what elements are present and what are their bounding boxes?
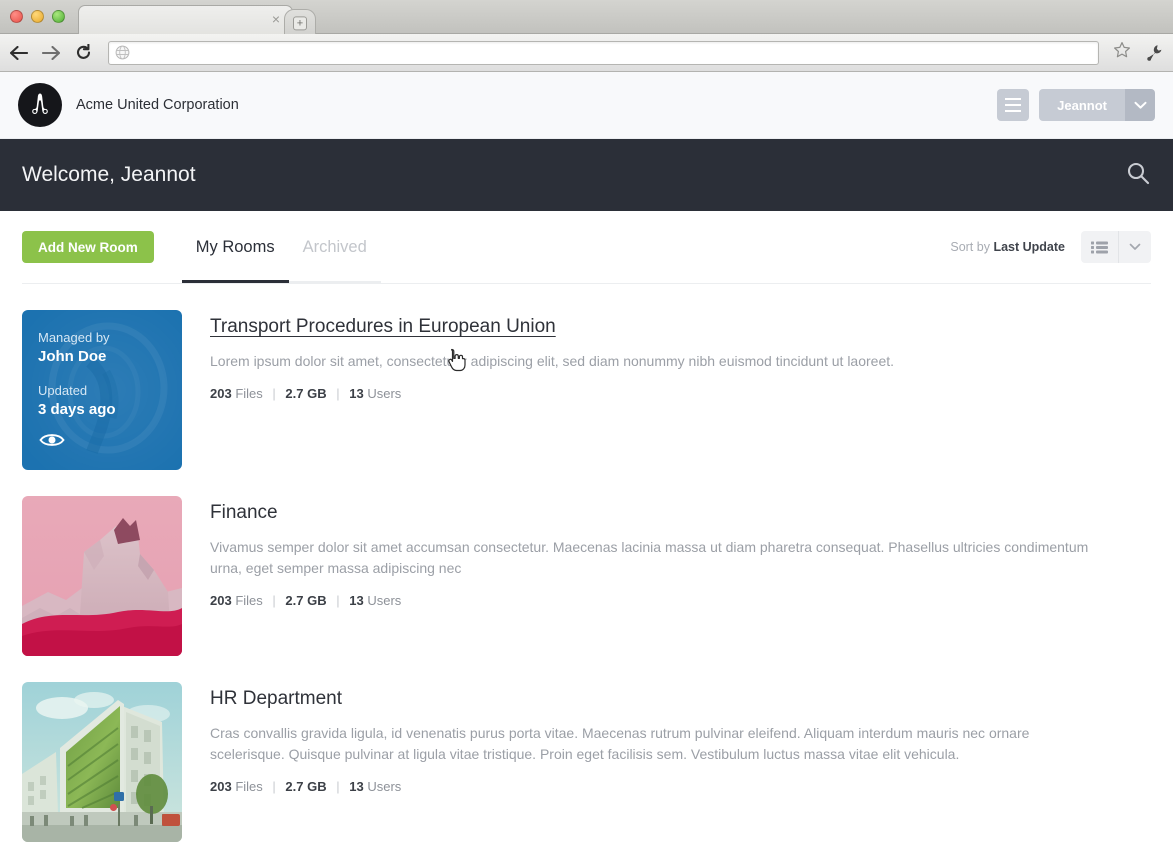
updated-label: Updated <box>38 383 88 398</box>
room-description: Lorem ipsum dolor sit amet, consectetuer… <box>210 353 895 369</box>
room-list-item[interactable] <box>22 842 1151 862</box>
room-meta: 203 Files | 2.7 GB | 13 Users <box>210 386 1151 401</box>
browser-navbar <box>0 34 1173 72</box>
minimize-window-button[interactable] <box>31 10 44 23</box>
room-users-count: 13 <box>349 593 364 608</box>
room-list-item[interactable]: Finance Vivamus semper dolor sit amet ac… <box>22 470 1151 656</box>
room-details: Transport Procedures in European Union L… <box>182 310 1151 470</box>
globe-icon <box>115 45 130 60</box>
room-files-count: 203 <box>210 779 232 794</box>
meta-separator: | <box>272 593 276 608</box>
room-details: Finance Vivamus semper dolor sit amet ac… <box>182 496 1151 656</box>
browser-window: × + Acme United Corporation Jeannot Welc… <box>0 0 1173 863</box>
managed-by-label: Managed by <box>38 330 110 345</box>
meta-separator: | <box>336 779 340 794</box>
room-description: Cras convallis gravida ligula, id venena… <box>210 725 1030 762</box>
meta-separator: | <box>272 779 276 794</box>
room-description: Vivamus semper dolor sit amet accumsan c… <box>210 539 1089 576</box>
star-icon[interactable] <box>1113 41 1133 64</box>
chevron-down-icon[interactable] <box>1125 89 1155 121</box>
room-users-count: 13 <box>349 386 364 401</box>
managed-by-value: John Doe <box>38 348 107 365</box>
green-building-photo <box>22 682 182 842</box>
room-thumbnail[interactable] <box>22 682 182 842</box>
mountain-photo <box>22 496 182 656</box>
application-viewport: Acme United Corporation Jeannot Welcome,… <box>0 72 1173 862</box>
meta-separator: | <box>272 386 276 401</box>
eye-icon[interactable] <box>39 431 65 454</box>
tab-my-rooms-label: My Rooms <box>195 237 275 256</box>
close-window-button[interactable] <box>10 10 23 23</box>
meta-separator: | <box>336 386 340 401</box>
tab-close-icon[interactable]: × <box>269 12 283 26</box>
welcome-banner: Welcome, Jeannot <box>0 139 1173 211</box>
room-details: HR Department Cras convallis gravida lig… <box>182 682 1151 842</box>
room-files-label: Files <box>235 779 263 794</box>
plus-icon: + <box>293 16 307 31</box>
room-users-count: 13 <box>349 779 364 794</box>
address-bar[interactable] <box>108 40 1099 65</box>
room-list-item[interactable]: HR Department Cras convallis gravida lig… <box>22 656 1151 842</box>
updated-value: 3 days ago <box>38 401 116 418</box>
chevron-down-icon[interactable] <box>1119 231 1151 263</box>
app-header-actions: Jeannot <box>997 89 1155 121</box>
room-users-label: Users <box>367 593 402 608</box>
room-users-label: Users <box>367 779 402 794</box>
meta-separator: | <box>336 593 340 608</box>
list-view-icon[interactable] <box>1081 231 1119 263</box>
room-users-label: Users <box>367 386 402 401</box>
room-tabs: My Rooms Archived <box>181 211 382 283</box>
rooms-toolbar: Add New Room My Rooms Archived Sort by L… <box>0 211 1173 283</box>
new-tab-button[interactable]: + <box>284 9 316 34</box>
room-size: 2.7 GB <box>285 779 327 794</box>
room-overlay-info: Managed by John Doe Updated 3 days ago <box>22 310 182 438</box>
sort-controls: Sort by Last Update <box>950 231 1151 263</box>
room-files-label: Files <box>235 593 263 608</box>
room-title[interactable]: HR Department <box>210 686 342 712</box>
search-icon[interactable] <box>1125 160 1151 191</box>
hamburger-icon[interactable] <box>997 89 1030 121</box>
room-files-label: Files <box>235 386 263 401</box>
acme-logo-icon[interactable] <box>18 83 62 127</box>
room-files-count: 203 <box>210 593 232 608</box>
app-header: Acme United Corporation Jeannot <box>0 72 1173 139</box>
sort-prefix: Sort by <box>950 240 990 254</box>
room-size: 2.7 GB <box>285 386 327 401</box>
sort-by-label[interactable]: Sort by Last Update <box>950 240 1065 254</box>
browser-tab[interactable]: × <box>78 5 293 34</box>
browser-tabstrip: × + <box>0 0 1173 34</box>
tab-archived-label: Archived <box>302 237 367 256</box>
room-list-item[interactable]: Managed by John Doe Updated 3 days ago T… <box>22 284 1151 470</box>
maximize-window-button[interactable] <box>52 10 65 23</box>
room-thumbnail-overlay[interactable]: Managed by John Doe Updated 3 days ago <box>22 310 182 470</box>
back-arrow-icon[interactable] <box>8 42 30 64</box>
tab-my-rooms[interactable]: My Rooms <box>181 211 289 283</box>
room-meta: 203 Files | 2.7 GB | 13 Users <box>210 593 1151 608</box>
view-mode-button[interactable] <box>1081 231 1151 263</box>
room-title[interactable]: Transport Procedures in European Union <box>210 314 556 340</box>
rooms-list: Managed by John Doe Updated 3 days ago T… <box>0 284 1173 862</box>
user-name-label: Jeannot <box>1039 89 1125 121</box>
forward-arrow-icon[interactable] <box>40 42 62 64</box>
user-menu-button[interactable]: Jeannot <box>1039 89 1155 121</box>
reload-icon[interactable] <box>72 42 94 64</box>
window-controls <box>10 10 65 23</box>
sort-value: Last Update <box>993 240 1065 254</box>
brand-name: Acme United Corporation <box>76 97 239 113</box>
room-thumbnail[interactable] <box>22 496 182 656</box>
room-title[interactable]: Finance <box>210 500 278 526</box>
page-title: Welcome, Jeannot <box>22 163 196 186</box>
wrench-icon[interactable] <box>1143 44 1165 61</box>
room-meta: 203 Files | 2.7 GB | 13 Users <box>210 779 1151 794</box>
tab-archived[interactable]: Archived <box>288 211 382 283</box>
room-size: 2.7 GB <box>285 593 327 608</box>
url-input[interactable] <box>136 45 1092 60</box>
room-files-count: 203 <box>210 386 232 401</box>
add-new-room-button[interactable]: Add New Room <box>22 231 154 263</box>
